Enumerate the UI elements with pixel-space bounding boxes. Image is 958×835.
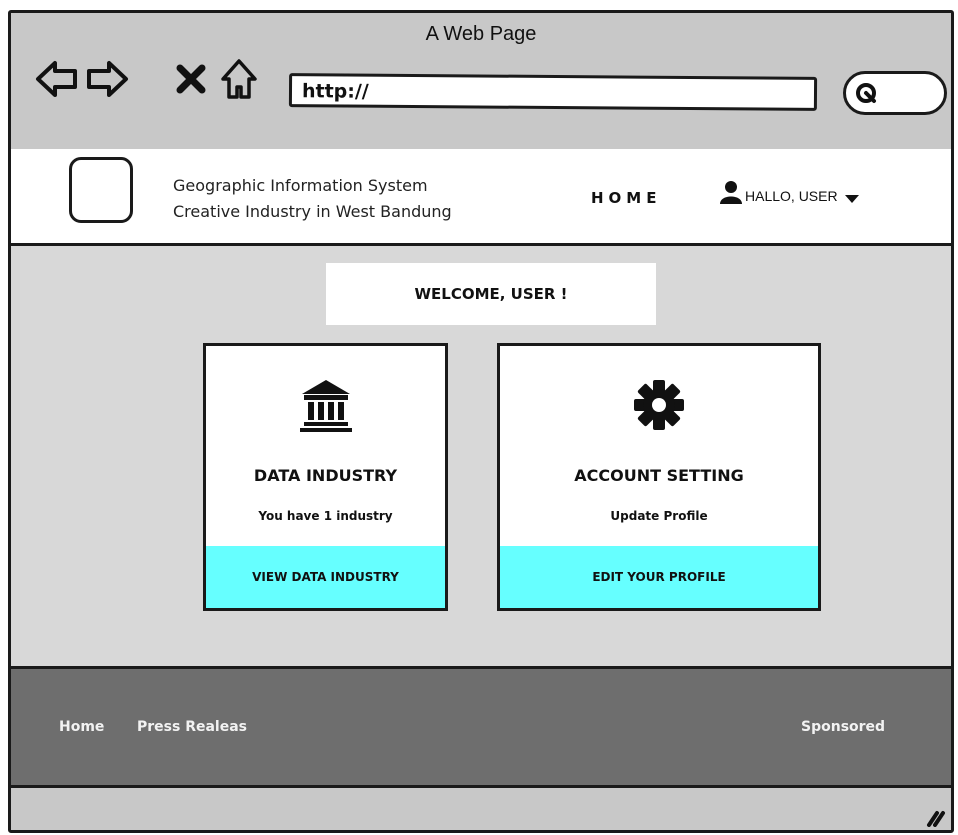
card-account-setting: ACCOUNT SETTING Update Profile EDIT YOUR…	[497, 343, 821, 611]
user-menu-label: HALLO, USER	[745, 188, 838, 204]
browser-chrome: A Web Page http://	[11, 13, 951, 152]
search-icon	[854, 81, 880, 112]
home-icon[interactable]	[219, 57, 259, 106]
edit-profile-button[interactable]: EDIT YOUR PROFILE	[500, 546, 818, 608]
logo-placeholder[interactable]	[69, 157, 133, 223]
user-icon	[719, 180, 743, 207]
main-content: WELCOME, USER ! DATA INDUSTRY You have 1…	[11, 246, 951, 666]
card-data-industry: DATA INDUSTRY You have 1 industry VIEW D…	[203, 343, 448, 611]
card-subtitle: Update Profile	[610, 509, 708, 523]
site-title: Geographic Information System Creative I…	[173, 173, 452, 225]
window-title: A Web Page	[425, 23, 537, 45]
forward-arrow-icon[interactable]	[85, 59, 129, 104]
chevron-down-icon	[844, 191, 860, 207]
view-data-industry-button[interactable]: VIEW DATA INDUSTRY	[206, 546, 445, 608]
back-arrow-icon[interactable]	[35, 59, 79, 104]
url-input[interactable]: http://	[288, 73, 818, 111]
footer-link-home[interactable]: Home	[59, 719, 104, 735]
footer-link-sponsored[interactable]: Sponsored	[801, 719, 885, 735]
close-x-icon[interactable]	[175, 63, 207, 100]
welcome-banner: WELCOME, USER !	[326, 263, 656, 325]
card-subtitle: You have 1 industry	[258, 509, 393, 523]
user-menu[interactable]: HALLO, USER	[719, 179, 860, 207]
gear-icon	[632, 378, 686, 437]
card-title: DATA INDUSTRY	[253, 466, 398, 485]
bank-building-icon	[298, 378, 354, 437]
search-button[interactable]	[843, 71, 947, 115]
site-title-line1: Geographic Information System	[173, 176, 428, 195]
card-title: ACCOUNT SETTING	[574, 466, 744, 485]
footer-link-press-release[interactable]: Press Realeas	[137, 719, 247, 735]
nav-home-link[interactable]: HOME	[591, 189, 661, 207]
resize-handle-icon[interactable]	[923, 803, 947, 830]
site-title-line2: Creative Industry in West Bandung	[173, 202, 452, 221]
site-footer: Home Press Realeas Sponsored	[11, 666, 951, 788]
url-text: http://	[301, 80, 369, 103]
site-header: Geographic Information System Creative I…	[11, 149, 951, 246]
browser-status-bar	[11, 788, 951, 830]
browser-window: A Web Page http:// Geographic Informatio…	[8, 10, 954, 833]
